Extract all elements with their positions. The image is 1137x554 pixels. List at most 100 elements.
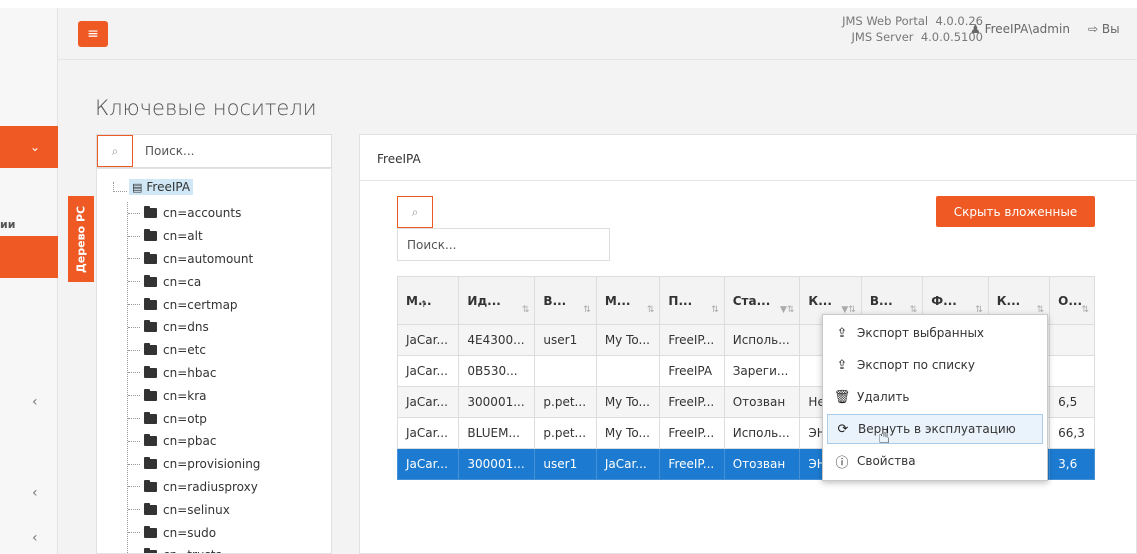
context-menu-item[interactable]: 🗑 Удалить — [827, 382, 1043, 412]
table-cell — [1049, 324, 1095, 356]
tree-item[interactable]: cn=pbac — [128, 430, 260, 453]
sidebar-active-section[interactable]: ⌄ — [0, 126, 58, 168]
tree-item-label: cn=automount — [163, 251, 254, 266]
search-icon[interactable]: ⌕ — [97, 135, 133, 167]
tree-item[interactable]: cn=automount — [128, 248, 260, 271]
logout-button[interactable]: ⇨ Вы — [1088, 22, 1120, 36]
tree-search-input[interactable]: ⌕ Поиск... — [96, 134, 332, 168]
tree-item[interactable]: cn=dns — [128, 316, 260, 339]
logout-icon: ⇨ — [1088, 22, 1099, 36]
folder-icon — [144, 206, 157, 219]
tree-tab[interactable]: Дерево РС — [68, 196, 94, 282]
sidebar: ⌄ ии ‹ ‹ ‹ — [0, 8, 58, 554]
folder-icon — [144, 525, 157, 538]
table-cell: My To... — [595, 324, 661, 356]
folder-icon — [144, 434, 157, 447]
sort-icon[interactable]: ⇅ — [711, 305, 719, 315]
tree-item-label: cn=etc — [163, 343, 206, 358]
chevron-down-icon: ⌄ — [30, 140, 41, 154]
window-top-edge — [0, 0, 1137, 8]
sort-icon[interactable]: ⇅ — [1081, 305, 1089, 315]
column-header[interactable]: Ста... ▼⇅ — [723, 276, 801, 325]
sidebar-item-active[interactable] — [0, 236, 58, 278]
chevron-left-icon[interactable]: ‹ — [32, 394, 38, 410]
hide-nested-button[interactable]: Скрыть вложенные — [936, 196, 1095, 227]
hamburger-icon[interactable]: ≡ — [78, 21, 108, 47]
tree-item[interactable]: cn=sudo — [128, 521, 260, 544]
panel-title: FreeIPA — [377, 152, 421, 166]
tree-item[interactable]: cn=provisioning — [128, 453, 260, 476]
folder-icon — [144, 457, 157, 470]
tree-item[interactable]: cn=selinux — [128, 498, 260, 521]
page-title: Ключевые носители — [95, 96, 317, 120]
panel-header: FreeIPA — [360, 135, 1136, 181]
upload-icon: ⇪ — [836, 325, 848, 341]
column-header[interactable]: Ид... ⇅ — [458, 276, 536, 325]
table-cell: Зареги... — [723, 355, 801, 387]
column-header-label: П... — [668, 293, 693, 308]
table-search-input[interactable]: Поиск... — [397, 228, 610, 261]
tree-item[interactable]: cn=hbac — [128, 362, 260, 385]
tree-root[interactable]: ▤ FreeIPA — [113, 179, 194, 195]
column-header[interactable]: В... ⇅ — [534, 276, 597, 325]
logout-label: Вы — [1101, 22, 1120, 36]
top-header: ≡ JMS Web Portal 4.0.0.26 JMS Server 4.0… — [58, 8, 1137, 60]
tree-item[interactable]: cn=radiusproxy — [128, 476, 260, 499]
tree-item[interactable]: cn=certmap — [128, 293, 260, 316]
context-menu-item[interactable]: ⇪ Экспорт выбранных — [827, 318, 1043, 348]
chevron-left-icon[interactable]: ‹ — [32, 530, 38, 546]
tree-item[interactable]: cn=kra — [128, 384, 260, 407]
folder-icon — [144, 343, 157, 356]
column-header-label: Ид... — [467, 293, 501, 308]
tree-item[interactable]: cn=otp — [128, 407, 260, 430]
chevron-left-icon[interactable]: ‹ — [32, 485, 38, 501]
column-header[interactable]: О... ⇅ — [1049, 276, 1095, 325]
tree-item-label: cn=dns — [163, 320, 209, 335]
user-menu[interactable]: ♟ FreeIPA\admin — [970, 22, 1070, 36]
user-icon: ♟ — [970, 22, 981, 36]
tree-item-label: cn=kra — [163, 388, 207, 403]
tree-item[interactable]: cn=accounts — [128, 202, 260, 225]
table-cell: JaCar... — [595, 448, 661, 480]
column-header-label: Ф... — [931, 293, 957, 308]
tree-item[interactable]: cn=etc — [128, 339, 260, 362]
context-menu-item-label: Удалить — [857, 390, 910, 404]
table-search-placeholder: Поиск... — [407, 238, 457, 252]
tree-item[interactable]: cn=alt — [128, 225, 260, 248]
column-header-label: В... — [869, 293, 893, 308]
column-header[interactable]: П... ⇅ — [659, 276, 725, 325]
context-menu-item[interactable]: ⓘ Свойства — [827, 446, 1043, 476]
tree-item[interactable]: cn=trusts — [128, 544, 260, 553]
column-header[interactable]: М... ↑ — [396, 276, 460, 325]
sort-icon[interactable]: ⇅ — [522, 305, 530, 315]
column-header[interactable]: М... ⇅ — [595, 276, 661, 325]
tree-item-label: cn=accounts — [163, 206, 242, 221]
server-label: JMS Server — [851, 30, 914, 44]
folder-icon — [144, 320, 157, 333]
tree-item-label: cn=radiusproxy — [163, 479, 258, 494]
sort-asc-icon[interactable]: ↑ — [420, 300, 428, 310]
table-cell — [595, 355, 661, 387]
table-cell: 6,5 — [1049, 386, 1095, 418]
table-cell: My To... — [595, 417, 661, 449]
column-header-label: В... — [543, 293, 567, 308]
context-menu-item[interactable]: ⟳ Вернуть в эксплуатацию — [827, 414, 1043, 444]
tree-item-label: cn=certmap — [163, 297, 238, 312]
column-header-label: М... — [604, 293, 631, 308]
context-menu-item[interactable]: ⇪ Экспорт по списку — [827, 350, 1043, 380]
table-cell: 300001... — [458, 448, 536, 480]
sort-icon[interactable]: ⇅ — [647, 305, 655, 315]
folder-icon — [144, 479, 157, 492]
table-cell: JaCar... — [396, 448, 460, 480]
sort-icon[interactable]: ▼⇅ — [780, 305, 794, 315]
table-cell: user1 — [534, 324, 597, 356]
tree-item[interactable]: cn=ca — [128, 270, 260, 293]
sort-icon[interactable]: ⇅ — [583, 305, 591, 315]
tree-item-label: cn=trusts — [163, 548, 222, 553]
column-header-label: К... — [996, 293, 1021, 308]
refresh-icon: ⟳ — [837, 421, 849, 437]
search-icon[interactable]: ⌕ — [397, 196, 433, 228]
tree-item-label: cn=pbac — [163, 434, 217, 449]
portal-label: JMS Web Portal — [842, 14, 929, 28]
table-cell: FreeIP... — [659, 386, 725, 418]
